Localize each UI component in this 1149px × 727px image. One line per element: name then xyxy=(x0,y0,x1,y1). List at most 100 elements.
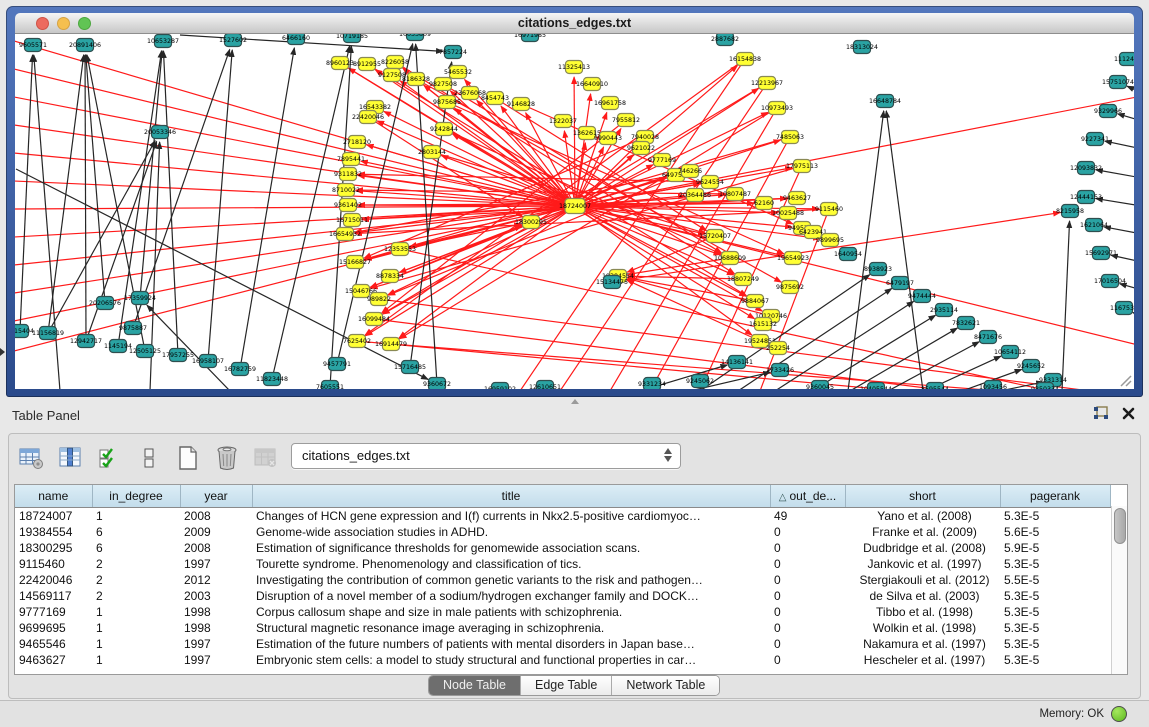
table-header-row[interactable]: namein_degreeyeartitle△out_de...shortpag… xyxy=(15,485,1110,508)
scrollbar-thumb[interactable] xyxy=(1114,508,1126,544)
citation-network-graph[interactable]: 1872400789601238912955822605891275088186… xyxy=(15,34,1134,389)
graph-node-teal[interactable]: 1527602 xyxy=(219,34,247,47)
table-row[interactable]: 946554611997Estimation of the future num… xyxy=(15,636,1110,652)
network-window[interactable]: citations_edges.txt 18724007896012389129… xyxy=(6,6,1143,397)
graph-node-yellow[interactable]: 12213967 xyxy=(751,77,783,90)
graph-node-yellow[interactable]: 16914479 xyxy=(375,338,407,351)
graph-node-teal[interactable]: 10719185 xyxy=(336,34,368,43)
graph-node-yellow[interactable]: 9361402 xyxy=(334,199,362,212)
graph-node-yellow[interactable]: 2718120 xyxy=(343,136,371,149)
table-mode-button[interactable] xyxy=(17,444,47,472)
graph-node-yellow[interactable]: 9115460 xyxy=(815,203,843,216)
table-row[interactable]: 1938455462009Genome-wide association stu… xyxy=(15,524,1110,540)
graph-node-teal[interactable]: 1112499 xyxy=(1114,53,1134,66)
graph-node-yellow[interactable]: 10973493 xyxy=(761,102,793,115)
graph-node-yellow[interactable]: 989822 xyxy=(367,293,391,306)
column-header[interactable]: year xyxy=(180,485,252,508)
table-selector-dropdown[interactable]: citations_edges.txt xyxy=(291,443,681,469)
panel-collapse-arrow-icon[interactable] xyxy=(0,348,5,356)
graph-node-yellow[interactable]: 746266 xyxy=(678,165,702,178)
graph-node-teal[interactable]: 2887682 xyxy=(711,34,739,46)
graph-node-yellow[interactable]: 17975113 xyxy=(786,160,818,173)
graph-node-teal[interactable]: 16782759 xyxy=(224,363,256,376)
graph-node-teal[interactable]: 12093832 xyxy=(1070,162,1102,175)
graph-node-teal[interactable]: 12444153 xyxy=(1070,191,1102,204)
graph-node-teal[interactable]: 1093456 xyxy=(979,381,1007,390)
graph-node-teal[interactable]: 18313024 xyxy=(846,41,878,54)
graph-node-teal[interactable]: 1167534 xyxy=(1110,302,1134,315)
column-header[interactable]: short xyxy=(845,485,1000,508)
table-row[interactable]: 969969511998Structural magnetic resonanc… xyxy=(15,620,1110,636)
graph-node-yellow[interactable]: 9875692 xyxy=(776,281,804,294)
graph-node-yellow[interactable]: 8226058 xyxy=(381,56,409,69)
graph-node-yellow[interactable]: 16154838 xyxy=(729,53,761,66)
table-row[interactable]: 946362711997Embryonic stem cells: a mode… xyxy=(15,652,1110,668)
delete-table-button[interactable] xyxy=(251,444,281,472)
tab-node-table[interactable]: Node Table xyxy=(429,676,521,695)
table-row[interactable]: 1872400712008Changes of HCN gene express… xyxy=(15,508,1110,525)
graph-node-yellow[interactable]: 11325413 xyxy=(558,61,590,74)
graph-node-teal[interactable]: 9474444 xyxy=(908,290,936,303)
row-height-button[interactable] xyxy=(134,444,164,472)
graph-node-teal[interactable]: 1640954 xyxy=(834,248,862,261)
table-row[interactable]: 977716911998Corpus callosum shape and si… xyxy=(15,604,1110,620)
show-column-button[interactable] xyxy=(56,444,86,472)
table-scrollbar[interactable] xyxy=(1111,506,1127,674)
graph-node-teal[interactable]: 16959102 xyxy=(484,383,516,390)
delete-entries-button[interactable] xyxy=(212,444,242,472)
graph-node-teal[interactable]: 16648784 xyxy=(869,95,901,108)
graph-node-teal[interactable]: 9360045 xyxy=(806,381,834,390)
graph-node-teal[interactable]: 12505125 xyxy=(129,345,161,358)
graph-node-teal[interactable]: 11156819 xyxy=(32,327,64,340)
graph-node-teal[interactable]: 15692971 xyxy=(1085,247,1117,260)
network-canvas[interactable]: 1872400789601238912955822605891275088186… xyxy=(15,34,1134,389)
graph-node-teal[interactable]: 20891406 xyxy=(69,39,101,52)
float-panel-icon[interactable] xyxy=(1093,406,1109,421)
network-window-titlebar[interactable]: citations_edges.txt xyxy=(15,13,1134,34)
graph-node-teal[interactable]: 7857224 xyxy=(439,46,467,59)
close-panel-icon[interactable] xyxy=(1122,407,1135,420)
resize-grip-icon[interactable] xyxy=(1118,373,1132,387)
graph-node-yellow[interactable]: 7625402 xyxy=(343,335,371,348)
graph-node-teal[interactable]: 20206576 xyxy=(89,297,121,310)
table-row[interactable]: 2242004622012Investigating the contribut… xyxy=(15,572,1110,588)
table-row[interactable]: 1456911722003Disruption of a novel membe… xyxy=(15,588,1110,604)
graph-node-yellow[interactable]: 7485063 xyxy=(776,131,804,144)
graph-node-teal[interactable]: 11823448 xyxy=(256,373,288,386)
graph-node-teal[interactable]: 9457791 xyxy=(323,358,351,371)
graph-node-yellow[interactable]: 8912955 xyxy=(353,58,381,71)
graph-node-teal[interactable]: 17016504 xyxy=(1094,275,1126,288)
column-header[interactable]: name xyxy=(15,485,92,508)
graph-node-teal[interactable]: 17957255 xyxy=(162,349,194,362)
graph-node-teal[interactable]: 10653287 xyxy=(147,35,179,48)
graph-node-teal[interactable]: 8938923 xyxy=(864,263,892,276)
column-header[interactable]: pagerank xyxy=(1000,485,1110,508)
graph-node-yellow[interactable]: 252254 xyxy=(766,342,790,355)
memory-status-dot[interactable] xyxy=(1111,706,1127,722)
graph-node-teal[interactable]: 8215958 xyxy=(1056,205,1084,218)
graph-node-teal[interactable]: 9875887 xyxy=(119,322,147,335)
graph-node-teal[interactable]: 9245652 xyxy=(1017,360,1045,373)
graph-node-yellow[interactable]: 8186328 xyxy=(402,73,430,86)
graph-node-teal[interactable]: 7605551 xyxy=(316,381,344,390)
graph-node-yellow[interactable]: 16961758 xyxy=(594,97,626,110)
new-table-button[interactable] xyxy=(173,444,203,472)
splitter-handle-icon[interactable] xyxy=(571,399,579,404)
graph-node-yellow[interactable]: 62160 xyxy=(754,197,774,210)
graph-node-teal[interactable]: 7832621 xyxy=(952,317,980,330)
graph-node-yellow[interactable]: 7895441 xyxy=(337,153,365,166)
graph-node-teal[interactable]: 9227341 xyxy=(1081,133,1109,146)
table-row[interactable]: 911546021997Tourette syndrome. Phenomeno… xyxy=(15,556,1110,572)
tab-network-table[interactable]: Network Table xyxy=(612,676,719,695)
graph-node-yellow[interactable]: 1322037 xyxy=(549,115,577,128)
select-all-button[interactable] xyxy=(95,444,125,472)
tab-edge-table[interactable]: Edge Table xyxy=(521,676,612,695)
graph-node-yellow[interactable]: 9311832 xyxy=(334,168,362,181)
graph-node-teal[interactable]: 12610651 xyxy=(529,381,561,390)
graph-node-teal[interactable]: 8595544 xyxy=(921,383,949,390)
graph-node-teal[interactable]: 16033809 xyxy=(399,34,431,41)
graph-node-teal[interactable]: 2935114 xyxy=(930,304,958,317)
graph-node-teal[interactable]: 12942717 xyxy=(70,335,102,348)
table-row[interactable]: 1830029562008Estimation of significance … xyxy=(15,540,1110,556)
graph-node-teal[interactable]: 16971985 xyxy=(514,34,546,42)
